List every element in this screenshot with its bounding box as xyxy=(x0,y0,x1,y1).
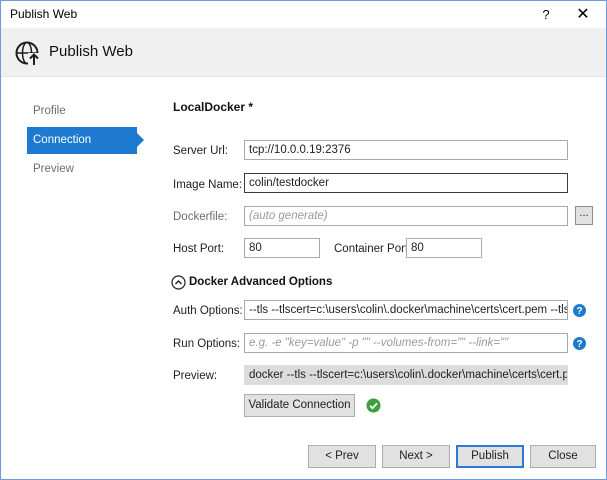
profile-section-title: LocalDocker * xyxy=(173,100,254,114)
preview-label: Preview: xyxy=(173,370,218,382)
next-button[interactable]: Next > xyxy=(382,445,450,468)
header-title: Publish Web xyxy=(49,43,133,60)
server-url-label: Server Url: xyxy=(173,145,228,157)
prev-button[interactable]: < Prev xyxy=(308,445,376,468)
nav-item-preview[interactable]: Preview xyxy=(27,156,145,183)
auth-options-input[interactable]: --tls --tlscert=c:\users\colin\.docker\m… xyxy=(244,300,568,320)
help-button[interactable]: ? xyxy=(526,1,566,28)
dialog-header: Publish Web xyxy=(1,28,606,77)
run-options-input[interactable]: e.g. -e "key=value" -p "" --volumes-from… xyxy=(244,333,568,353)
host-port-input[interactable]: 80 xyxy=(244,238,320,258)
svg-text:?: ? xyxy=(576,339,582,350)
dockerfile-input[interactable]: (auto generate) xyxy=(244,206,568,226)
svg-text:?: ? xyxy=(576,306,582,317)
run-options-label: Run Options: xyxy=(173,338,241,350)
chevron-up-icon xyxy=(171,275,186,293)
wizard-nav: Profile Connection Preview xyxy=(27,98,145,185)
title-bar: Publish Web ? ✕ xyxy=(1,1,606,28)
nav-item-profile[interactable]: Profile xyxy=(27,98,145,125)
server-url-input[interactable]: tcp://10.0.0.19:2376 xyxy=(244,140,568,160)
auth-options-help-icon[interactable]: ? xyxy=(573,304,586,317)
dockerfile-browse-button[interactable]: ... xyxy=(575,206,593,225)
close-window-button[interactable]: ✕ xyxy=(563,1,603,28)
docker-advanced-options-label: Docker Advanced Options xyxy=(189,276,333,288)
image-name-input[interactable]: colin/testdocker xyxy=(244,173,568,193)
dockerfile-label: Dockerfile: xyxy=(173,211,228,223)
publish-web-dialog: Publish Web ? ✕ Publish Web Profile Conn… xyxy=(0,0,607,480)
preview-command-field: docker --tls --tlscert=c:\users\colin\.d… xyxy=(244,365,568,385)
globe-upload-icon xyxy=(14,40,40,69)
run-options-help-icon[interactable]: ? xyxy=(573,337,586,350)
close-button[interactable]: Close xyxy=(530,445,596,468)
host-port-label: Host Port: xyxy=(173,243,225,255)
container-port-label: Container Port: xyxy=(334,243,412,255)
auth-options-label: Auth Options: xyxy=(173,305,243,317)
check-success-icon xyxy=(366,398,381,416)
container-port-input[interactable]: 80 xyxy=(406,238,482,258)
window-title: Publish Web xyxy=(10,7,78,21)
publish-button[interactable]: Publish xyxy=(456,445,524,468)
image-name-label: Image Name: xyxy=(173,179,243,191)
validate-connection-button[interactable]: Validate Connection xyxy=(244,394,355,417)
nav-item-connection[interactable]: Connection xyxy=(27,127,144,154)
